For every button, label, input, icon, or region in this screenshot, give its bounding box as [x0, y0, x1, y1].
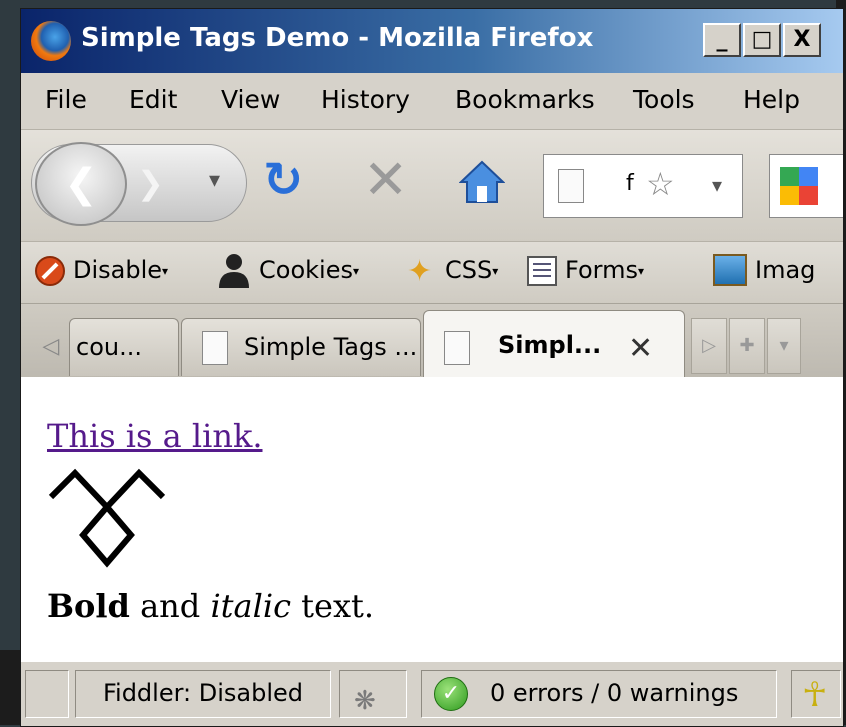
chevron-down-icon: ▾: [492, 264, 499, 278]
tab-simpl-active[interactable]: Simpl... ✕: [423, 310, 685, 378]
navigation-toolbar: ❮ ❯ ▾ ↻ ✕ f ☆ ▾: [21, 129, 843, 242]
forms-icon: [527, 256, 557, 286]
italic-text: italic: [210, 587, 291, 625]
checkmark-icon: ✓: [434, 677, 468, 711]
errors-warnings-text: 0 errors / 0 warnings: [490, 679, 739, 707]
cookies-menu[interactable]: Cookies▾: [259, 256, 359, 284]
firefox-window: Simple Tags Demo - Mozilla Firefox _ □ X…: [20, 8, 844, 727]
tab-label: Simple Tags ...: [244, 333, 418, 361]
tab-scroll-right-icon[interactable]: ▷: [691, 318, 727, 374]
google-icon: [780, 167, 818, 205]
search-box[interactable]: [769, 154, 843, 218]
menu-history[interactable]: History: [321, 85, 410, 114]
close-button[interactable]: X: [783, 23, 821, 57]
rune-symbol-image: [48, 468, 166, 568]
list-tabs-icon[interactable]: ▾: [767, 318, 801, 374]
css-wand-icon: ✦: [407, 254, 433, 289]
firebug-cell[interactable]: ❋: [339, 670, 407, 718]
page-content: This is a link. Bold and italic text.: [21, 377, 843, 661]
tab-simple-tags[interactable]: Simple Tags ...: [181, 318, 421, 376]
bold-text: Bold: [47, 587, 130, 625]
address-text: f: [626, 171, 634, 196]
tab-cou[interactable]: cou...: [69, 318, 179, 376]
forms-label: Forms: [565, 256, 638, 284]
disable-icon: [35, 256, 65, 286]
desktop-background-bottom: [0, 650, 20, 725]
home-icon[interactable]: [459, 160, 505, 204]
chevron-down-icon: ▾: [352, 264, 359, 278]
disable-label: Disable: [73, 256, 163, 284]
page-link[interactable]: This is a link.: [47, 417, 263, 455]
reload-icon[interactable]: ↻: [263, 152, 303, 208]
images-menu[interactable]: Imag: [755, 256, 815, 284]
new-tab-icon[interactable]: ✚: [729, 318, 765, 374]
chevron-down-icon: ▾: [637, 264, 644, 278]
validator-status[interactable]: ✓ 0 errors / 0 warnings: [421, 670, 777, 718]
images-icon: [713, 254, 747, 286]
back-button[interactable]: ❮: [35, 142, 127, 226]
maximize-button[interactable]: □: [743, 23, 781, 57]
page-icon: [444, 331, 470, 365]
stop-icon[interactable]: ✕: [363, 148, 408, 211]
minimize-button[interactable]: _: [703, 23, 741, 57]
cookies-user-icon: [219, 254, 249, 288]
and-text: and: [129, 587, 211, 625]
menu-file[interactable]: File: [45, 85, 87, 114]
tab-label: cou...: [76, 333, 142, 361]
menu-tools[interactable]: Tools: [633, 85, 695, 114]
formatted-text: Bold and italic text.: [47, 587, 374, 625]
disable-menu[interactable]: Disable▾: [73, 256, 168, 284]
history-dropdown-icon[interactable]: ▾: [209, 168, 220, 193]
ankh-icon: ☥: [802, 675, 828, 715]
firefox-logo-icon: [31, 21, 71, 61]
menu-edit[interactable]: Edit: [129, 85, 177, 114]
status-empty-cell: [25, 670, 69, 718]
forms-menu[interactable]: Forms▾: [565, 256, 644, 284]
bug-icon: ❋: [354, 686, 376, 716]
fiddler-status[interactable]: Fiddler: Disabled: [75, 670, 331, 718]
page-icon: [202, 331, 228, 365]
ankh-cell[interactable]: ☥: [791, 670, 841, 718]
web-developer-toolbar: Disable▾ Cookies▾ ✦ CSS▾ Forms▾ Imag: [21, 241, 843, 304]
menu-help[interactable]: Help: [743, 85, 800, 114]
css-label: CSS: [445, 256, 493, 284]
address-bar[interactable]: f ☆ ▾: [543, 154, 743, 218]
address-dropdown-icon[interactable]: ▾: [712, 173, 722, 197]
tab-label: Simpl...: [498, 331, 602, 359]
status-bar: Fiddler: Disabled ❋ ✓ 0 errors / 0 warni…: [21, 661, 843, 726]
window-title: Simple Tags Demo - Mozilla Firefox: [81, 23, 594, 53]
bookmark-star-icon[interactable]: ☆: [646, 165, 675, 203]
chevron-down-icon: ▾: [162, 264, 169, 278]
menu-bookmarks[interactable]: Bookmarks: [455, 85, 595, 114]
page-icon: [558, 169, 584, 203]
forward-button[interactable]: ❯: [137, 164, 164, 202]
css-menu[interactable]: CSS▾: [445, 256, 498, 284]
close-tab-icon[interactable]: ✕: [628, 331, 653, 366]
menu-bar: File Edit View History Bookmarks Tools H…: [21, 73, 843, 129]
tab-scroll-left-icon[interactable]: ◁: [29, 318, 73, 376]
text-suffix: text.: [291, 587, 375, 625]
title-bar: Simple Tags Demo - Mozilla Firefox _ □ X: [21, 9, 843, 73]
menu-view[interactable]: View: [221, 85, 280, 114]
cookies-label: Cookies: [259, 256, 353, 284]
tab-strip: ◁ cou... Simple Tags ... Simpl... ✕ ▷ ✚ …: [21, 303, 843, 378]
